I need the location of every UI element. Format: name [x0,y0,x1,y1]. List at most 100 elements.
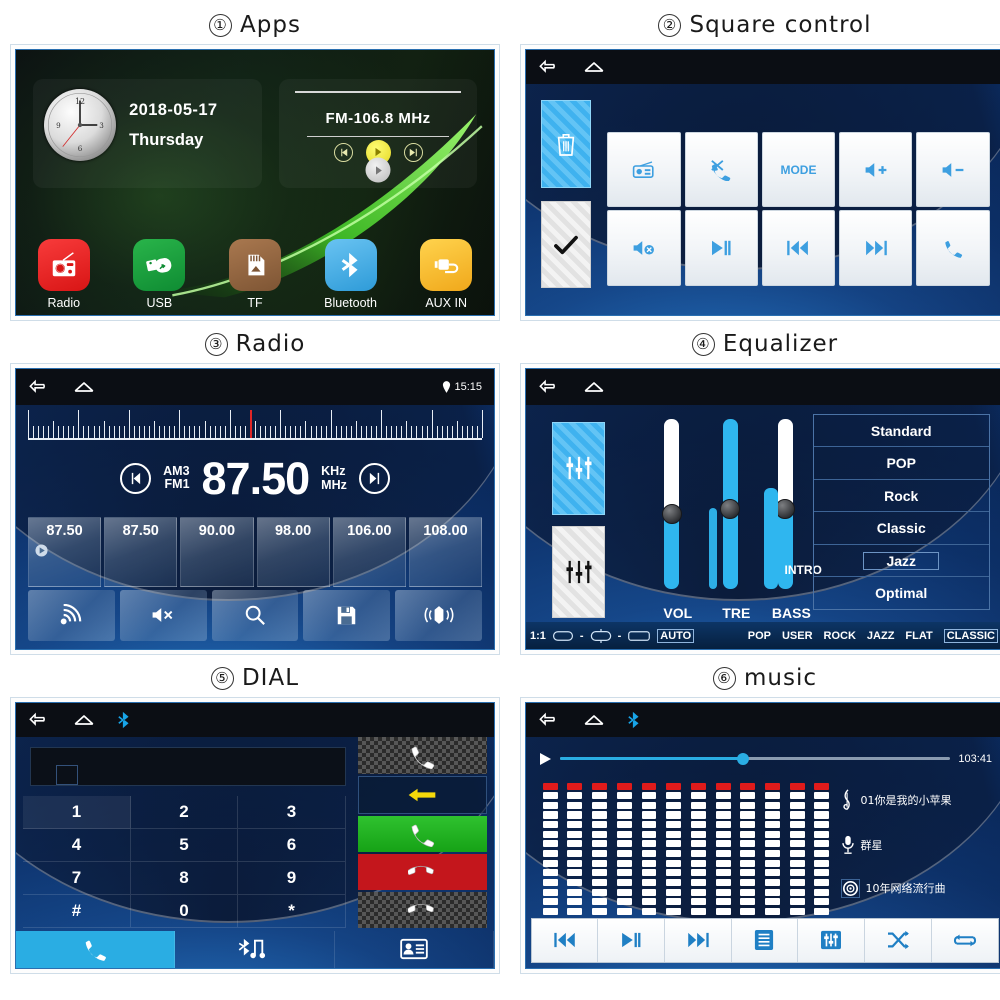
dial-call-button[interactable] [357,737,487,774]
eq-mode-item[interactable]: FLAT [905,630,932,642]
tab-bluetooth-music[interactable] [175,930,335,968]
eq-preset-item[interactable]: Standard [813,415,989,448]
confirm-button[interactable] [541,201,592,289]
eq-slider[interactable] [661,419,682,589]
sq-btn-previous[interactable] [761,210,836,286]
dial-key[interactable]: 9 [238,862,346,896]
sq-btn-call-mute[interactable] [684,132,758,208]
dial-backspace-button[interactable] [357,775,487,814]
delete-button[interactable] [541,100,592,188]
loudness-button[interactable] [395,590,483,641]
eq-button-active[interactable] [552,422,605,515]
eq-preset-item[interactable]: Optimal [814,577,989,609]
previous-icon[interactable] [333,142,353,162]
home-icon[interactable] [72,379,96,395]
tune-down-button[interactable] [120,462,152,494]
next-icon[interactable] [403,142,423,162]
shuffle-button[interactable] [865,918,932,962]
eq-preset-item[interactable]: Classic [813,512,989,545]
sq-btn-play-pause[interactable] [684,210,758,286]
app-item-usb[interactable]: USB [116,238,202,310]
eq-slider[interactable] [720,419,741,589]
eq-preset-item[interactable]: POP [813,447,989,480]
eq-mode-item[interactable]: POP [748,630,771,642]
next-button[interactable] [665,918,732,962]
eq-mode-item[interactable]: JAZZ [867,630,895,642]
back-icon[interactable] [28,379,50,395]
dial-key[interactable]: 0 [130,895,239,929]
eq-mode-item[interactable]: ROCK [824,630,856,642]
progress-slider[interactable] [559,752,951,765]
preset-button[interactable]: 87.50 [27,517,102,588]
dial-key[interactable]: 3 [238,795,346,829]
app-item-radio[interactable]: Radio [21,238,107,310]
play-pause-button[interactable] [598,918,666,962]
mute-button[interactable] [119,590,207,641]
dial-key[interactable]: * [238,895,346,929]
dial-hangup-button[interactable] [357,892,487,929]
preset-button[interactable]: 87.50 [104,517,178,588]
sq-btn-mode[interactable]: MODE [761,132,836,208]
dial-key[interactable]: 4 [23,828,131,862]
sq-btn-radio[interactable] [607,132,681,208]
spectrum-segment [765,898,780,906]
sq-btn-next[interactable] [839,210,913,286]
dial-key[interactable]: 1 [23,795,131,829]
repeat-button[interactable] [932,919,999,962]
back-icon[interactable] [538,712,560,728]
tuning-needle[interactable] [250,409,253,439]
tune-up-button[interactable] [358,462,390,494]
preset-button[interactable]: 98.00 [256,517,330,588]
radio-widget[interactable]: FM-106.8 MHz [278,79,478,188]
back-icon[interactable] [28,712,50,728]
app-item-tf[interactable]: TF [212,238,298,310]
save-button[interactable] [303,590,391,641]
signal-button[interactable] [27,590,115,641]
equalizer-button[interactable] [798,918,865,962]
dial-answer-button[interactable] [357,815,487,852]
app-item-bluetooth[interactable]: Bluetooth [308,238,394,310]
tab-dialer[interactable] [16,930,176,968]
preset-button[interactable]: 90.00 [180,517,254,588]
previous-button[interactable] [532,918,599,962]
back-icon[interactable] [538,379,560,395]
home-icon[interactable] [582,712,606,728]
scan-button[interactable] [211,590,299,641]
preset-button[interactable]: 108.00 [408,517,483,588]
eq-mode-item[interactable]: CLASSIC [943,628,998,643]
home-icon[interactable] [72,712,96,728]
tuning-ruler[interactable] [27,409,484,441]
sq-btn-volume-down[interactable] [916,132,990,208]
preset-button[interactable]: 106.00 [332,517,406,588]
sq-btn-volume-up[interactable] [839,132,913,208]
dial-key[interactable]: 7 [23,862,131,896]
back-icon[interactable] [538,59,560,75]
auto-label[interactable]: AUTO [657,628,695,643]
progress-thumb[interactable] [737,752,750,765]
eq-slider-knob[interactable] [720,499,741,520]
dial-key[interactable]: 2 [130,795,239,829]
tab-contacts[interactable] [335,930,494,968]
home-icon[interactable] [582,379,606,395]
sq-btn-phone[interactable] [916,210,990,286]
play-secondary-icon[interactable] [365,157,391,183]
clock-widget[interactable]: 12 3 6 9 2018-05-17 Thursday [32,79,263,188]
eq-preset-item[interactable]: Jazz [813,545,989,578]
play-icon[interactable] [538,752,552,766]
sq-btn-mute[interactable] [607,210,681,286]
eq-slider-knob[interactable] [661,504,682,525]
eq-mode-item[interactable]: USER [782,630,813,642]
dial-key[interactable]: 8 [130,862,239,896]
eq-slider-knob[interactable] [775,499,796,520]
dial-key[interactable]: # [23,895,131,929]
unit-khz: KHz [321,464,346,479]
eq-button-inactive[interactable] [552,525,605,619]
home-icon[interactable] [582,59,606,75]
app-item-aux[interactable]: AUX IN [403,238,489,310]
dial-key[interactable]: 5 [130,828,239,862]
dial-key[interactable]: 6 [238,828,346,862]
dial-number-input[interactable] [30,746,346,787]
dial-end-button[interactable] [357,853,487,891]
eq-preset-item[interactable]: Rock [813,480,989,513]
playlist-button[interactable] [732,918,799,962]
